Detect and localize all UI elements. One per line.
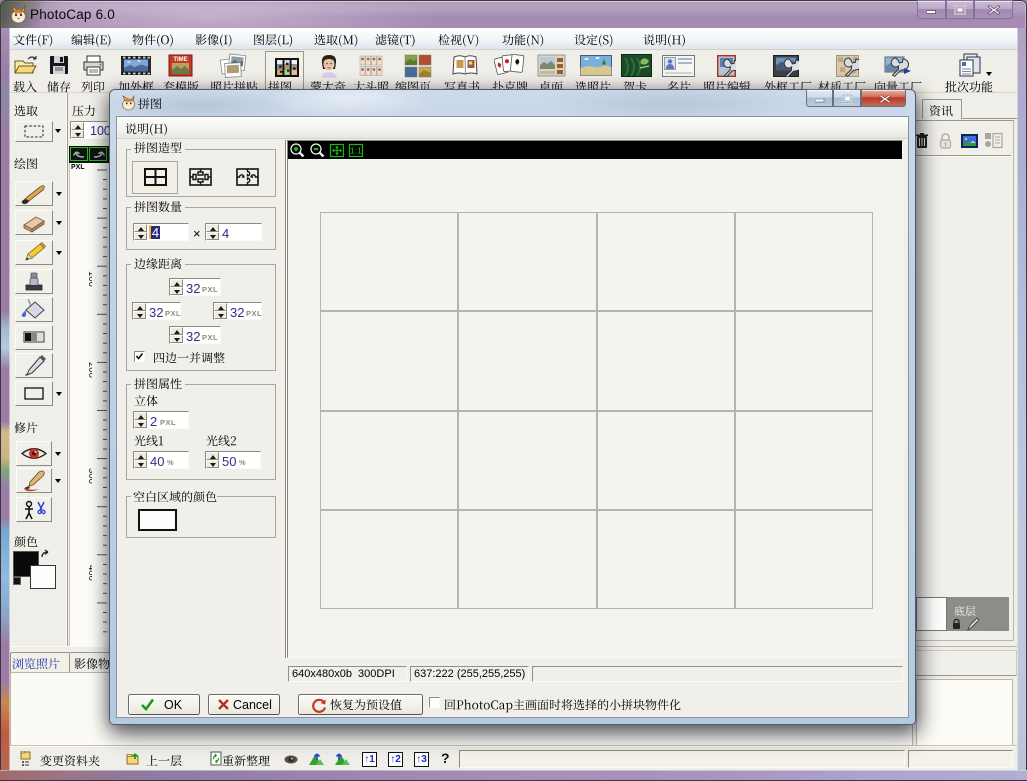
svg-text:400: 400: [86, 565, 92, 581]
svg-text:300: 300: [86, 468, 92, 484]
svg-text:100: 100: [86, 271, 92, 287]
svg-text:200: 200: [86, 362, 92, 378]
svg-text:1:1: 1:1: [350, 146, 362, 156]
svg-text:TIME: TIME: [173, 57, 187, 63]
